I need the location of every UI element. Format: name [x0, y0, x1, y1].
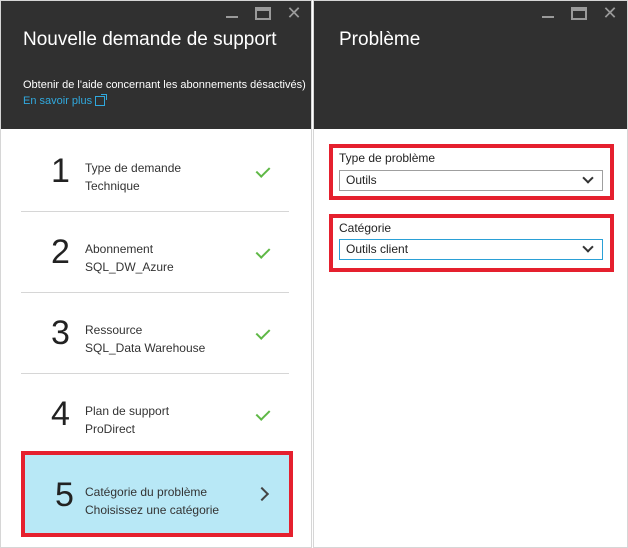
step-label: Plan de support	[85, 404, 170, 418]
blade-title: Nouvelle demande de support	[23, 29, 277, 50]
checkmark-icon	[255, 325, 271, 340]
external-link-icon	[95, 94, 108, 106]
category-value: Outils client	[346, 242, 409, 256]
step-label: Catégorie du problème	[85, 485, 208, 499]
step-label: Ressource	[85, 323, 143, 337]
step-label: Abonnement	[85, 242, 154, 256]
problem-type-label: Type de problème	[339, 151, 436, 165]
header-subtitle: Obtenir de l'aide concernant les abonnem…	[23, 79, 306, 91]
step-number: 4	[51, 395, 70, 433]
maximize-icon[interactable]	[255, 6, 271, 20]
step-value: Technique	[85, 179, 140, 193]
close-icon[interactable]: ✕	[601, 4, 619, 22]
learn-more-link[interactable]: En savoir plus	[23, 94, 108, 107]
checkmark-icon	[255, 406, 271, 421]
step-number: 5	[55, 476, 74, 514]
chevron-down-icon	[582, 172, 594, 184]
window-controls: ✕	[539, 4, 619, 22]
blade-title: Problème	[339, 29, 421, 50]
learn-more-label: En savoir plus	[23, 95, 93, 107]
checkmark-icon	[255, 163, 271, 178]
category-select[interactable]: Outils client	[339, 239, 603, 260]
close-icon[interactable]: ✕	[285, 4, 303, 22]
step-number: 1	[51, 152, 70, 190]
support-request-blade: ✕ Nouvelle demande de support Obtenir de…	[0, 0, 312, 548]
step-value: Choisissez une catégorie	[85, 503, 220, 517]
minimize-icon[interactable]	[539, 6, 557, 20]
step-problem-category[interactable]: 5 Catégorie du problème Choisissez une c…	[21, 455, 289, 533]
checkmark-icon	[255, 244, 271, 259]
step-value: ProDirect	[85, 422, 136, 436]
minimize-icon[interactable]	[223, 6, 241, 20]
blade-header: ✕ Nouvelle demande de support Obtenir de…	[1, 1, 311, 129]
problem-blade: ✕ Problème Type de problème Outils Catég…	[313, 0, 628, 548]
steps-list: 1 Type de demande Technique 2 Abonnement…	[21, 131, 289, 533]
blade-header: ✕ Problème	[314, 1, 627, 129]
step-number: 3	[51, 314, 70, 352]
step-resource[interactable]: 3 Ressource SQL_Data Warehouse	[21, 293, 289, 374]
category-label: Catégorie	[339, 221, 392, 235]
step-number: 2	[51, 233, 70, 271]
step-request-type[interactable]: 1 Type de demande Technique	[21, 131, 289, 212]
problem-type-value: Outils	[346, 173, 377, 187]
window-controls: ✕	[223, 4, 303, 22]
step-support-plan[interactable]: 4 Plan de support ProDirect	[21, 374, 289, 455]
chevron-down-icon	[582, 241, 594, 253]
step-label: Type de demande	[85, 161, 182, 175]
chevron-right-icon	[254, 486, 270, 502]
maximize-icon[interactable]	[571, 6, 587, 20]
step-subscription[interactable]: 2 Abonnement SQL_DW_Azure	[21, 212, 289, 293]
problem-type-select[interactable]: Outils	[339, 170, 603, 191]
step-value: SQL_Data Warehouse	[85, 341, 206, 355]
step-value: SQL_DW_Azure	[85, 260, 174, 274]
